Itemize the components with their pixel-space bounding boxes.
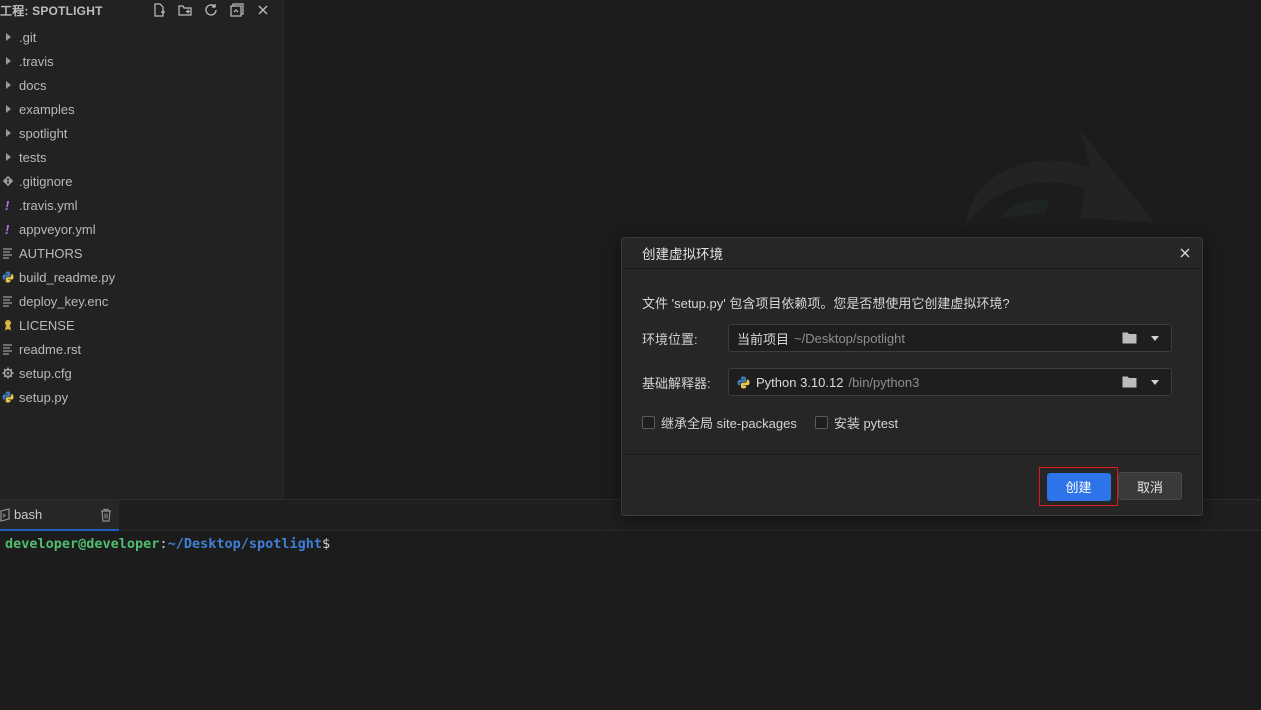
chevron-down-icon[interactable] [1151, 380, 1159, 385]
tree-item-travis-folder[interactable]: .travis [0, 49, 284, 73]
refresh-icon[interactable] [202, 1, 220, 19]
chevron-right-icon [0, 97, 19, 121]
tree-item-label: readme.rst [19, 341, 82, 357]
interpreter-value: Python 3.10.12 [756, 374, 844, 390]
text-file-icon [0, 289, 19, 313]
location-path: ~/Desktop/spotlight [794, 330, 905, 346]
tree-item-label: appveyor.yml [19, 221, 96, 237]
location-label: 环境位置: [642, 331, 698, 347]
interpreter-select[interactable]: Python 3.10.12 /bin/python3 [728, 368, 1172, 396]
python-icon [737, 376, 750, 388]
options-row: 继承全局 site-packages 安装 pytest [642, 412, 1182, 432]
tree-item-deploy-key[interactable]: deploy_key.enc [0, 289, 284, 313]
gear-icon [0, 361, 19, 385]
tree-item-docs-folder[interactable]: docs [0, 73, 284, 97]
cancel-button[interactable]: 取消 [1118, 472, 1182, 500]
tree-item-label: deploy_key.enc [19, 293, 109, 309]
text-file-icon [0, 241, 19, 265]
dialog-message: 文件 'setup.py' 包含项目依赖项。您是否想使用它创建虚拟环境? [642, 296, 1010, 311]
terminal-tab-bash[interactable]: bash [0, 500, 119, 531]
project-explorer: 工程: SPOTLIGHT .git .travis docs examples… [0, 0, 284, 499]
chevron-right-icon [0, 145, 19, 169]
python-icon [0, 265, 19, 289]
prompt-path: ~/Desktop/spotlight [167, 536, 323, 552]
text-file-icon [0, 337, 19, 361]
folder-icon[interactable] [1122, 331, 1137, 344]
tree-item-label: AUTHORS [19, 245, 83, 261]
location-row: 环境位置: 当前项目 ~/Desktop/spotlight [642, 324, 1182, 352]
location-select[interactable]: 当前项目 ~/Desktop/spotlight [728, 324, 1172, 352]
new-folder-icon[interactable] [176, 1, 194, 19]
tree-item-readme-rst[interactable]: readme.rst [0, 337, 284, 361]
terminal-output[interactable]: developer@developer:~/Desktop/spotlight$ [0, 531, 1261, 710]
chevron-right-icon [0, 49, 19, 73]
tree-item-label: spotlight [19, 125, 68, 141]
prompt-user: developer@developer [5, 536, 160, 552]
tree-item-setup-py[interactable]: setup.py [0, 385, 284, 409]
python-icon [0, 385, 19, 409]
tree-item-examples-folder[interactable]: examples [0, 97, 284, 121]
interpreter-path: /bin/python3 [848, 374, 920, 390]
yaml-icon: ! [5, 221, 10, 237]
install-pytest-checkbox[interactable] [814, 415, 828, 429]
tree-item-label: setup.cfg [19, 365, 72, 381]
tree-item-label: .travis [19, 53, 54, 69]
tree-item-label: LICENSE [19, 317, 75, 333]
interpreter-row: 基础解释器: Python 3.10.12 /bin/python3 [642, 368, 1182, 396]
explorer-toolbar [150, 0, 272, 20]
explorer-title: 工程: SPOTLIGHT [0, 3, 103, 18]
git-icon [0, 169, 19, 193]
dialog-header: 创建虚拟环境 [622, 238, 1202, 269]
inherit-site-packages-option[interactable]: 继承全局 site-packages [642, 413, 797, 432]
tree-item-appveyor-yml[interactable]: ! appveyor.yml [0, 217, 284, 241]
tree-item-setup-cfg[interactable]: setup.cfg [0, 361, 284, 385]
tree-item-spotlight-folder[interactable]: spotlight [0, 121, 284, 145]
terminal-icon [0, 507, 10, 522]
file-tree: .git .travis docs examples spotlight tes… [0, 25, 284, 409]
tree-item-license[interactable]: LICENSE [0, 313, 284, 337]
tree-item-git-folder[interactable]: .git [0, 25, 284, 49]
tree-item-travis-yml[interactable]: ! .travis.yml [0, 193, 284, 217]
tree-item-label: tests [19, 149, 47, 165]
terminal-tab-label: bash [14, 507, 43, 522]
interpreter-label: 基础解释器: [642, 375, 711, 391]
tree-item-label: build_readme.py [19, 269, 116, 285]
yaml-icon: ! [5, 197, 10, 213]
chevron-right-icon [0, 73, 19, 97]
watermark-logo [965, 130, 1155, 228]
prompt-dollar: $ [322, 536, 331, 552]
create-venv-dialog: 创建虚拟环境 文件 'setup.py' 包含项目依赖项。您是否想使用它创建虚拟… [621, 237, 1203, 516]
license-icon [0, 313, 19, 337]
collapse-all-icon[interactable] [228, 1, 246, 19]
tree-item-label: examples [19, 101, 75, 117]
tree-item-tests-folder[interactable]: tests [0, 145, 284, 169]
tree-item-label: setup.py [19, 389, 69, 405]
dialog-footer: 创建 取消 [622, 454, 1202, 515]
trash-icon[interactable] [99, 508, 113, 522]
dialog-body: 文件 'setup.py' 包含项目依赖项。您是否想使用它创建虚拟环境? 环境位… [622, 293, 1202, 432]
create-button[interactable]: 创建 [1046, 472, 1111, 501]
tree-item-gitignore[interactable]: .gitignore [0, 169, 284, 193]
install-pytest-option[interactable]: 安装 pytest [814, 413, 899, 432]
new-file-icon[interactable] [150, 1, 168, 19]
inherit-site-packages-checkbox[interactable] [642, 415, 655, 429]
chevron-right-icon [0, 121, 19, 145]
tree-item-label: docs [19, 77, 47, 93]
folder-icon[interactable] [1122, 375, 1137, 388]
prompt-separator: : [159, 536, 168, 552]
tree-item-label: .git [19, 29, 37, 45]
close-icon[interactable] [1178, 246, 1192, 260]
dialog-title: 创建虚拟环境 [642, 247, 723, 262]
tree-item-label: .gitignore [19, 173, 73, 189]
chevron-down-icon[interactable] [1151, 336, 1159, 341]
create-button-highlight: 创建 [1039, 467, 1118, 506]
tree-item-authors[interactable]: AUTHORS [0, 241, 284, 265]
location-value: 当前项目 [737, 331, 790, 347]
install-pytest-label: 安装 pytest [833, 415, 899, 431]
tree-item-build-readme[interactable]: build_readme.py [0, 265, 284, 289]
chevron-right-icon [0, 25, 19, 49]
tree-item-label: .travis.yml [19, 197, 78, 213]
close-icon[interactable] [254, 1, 272, 19]
inherit-site-packages-label: 继承全局 site-packages [661, 415, 797, 431]
